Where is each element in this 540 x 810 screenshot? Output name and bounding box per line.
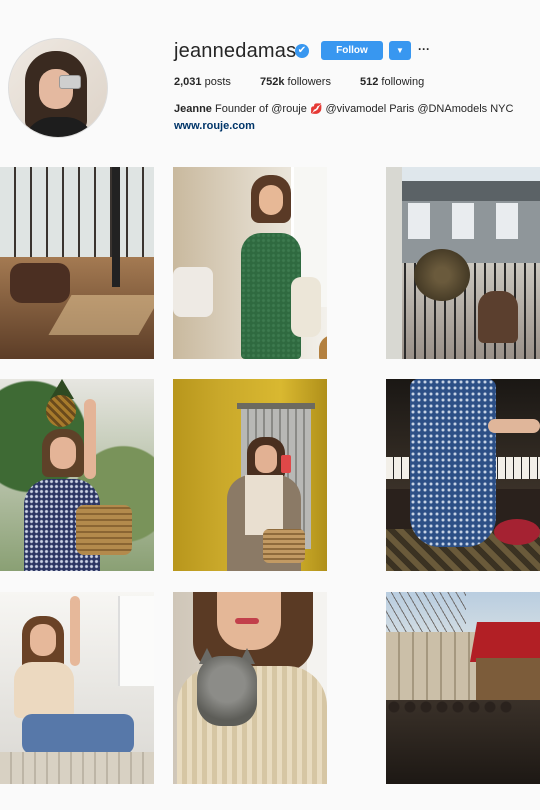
profile-bio: Jeanne Founder of @rouje 💋 @vivamodel Pa… [174, 103, 513, 115]
posts-grid [0, 167, 540, 810]
stat-following[interactable]: 512 following [360, 76, 424, 88]
post-tile-6[interactable] [386, 379, 540, 571]
verified-badge-icon: ✔ [295, 44, 309, 58]
stat-followers[interactable]: 752k followers [260, 76, 331, 88]
post-tile-1[interactable] [0, 167, 154, 359]
bio-full-name: Jeanne [174, 103, 212, 115]
bio-text-agencies: @vivamodel Paris @DNAmodels NYC [325, 103, 514, 115]
posts-count: 2,031 [174, 76, 202, 88]
bio-text-rouje: Founder of @rouje [214, 103, 307, 115]
camera-icon [59, 75, 81, 89]
post-tile-3[interactable] [386, 167, 540, 359]
followers-label: followers [287, 76, 331, 88]
posts-label: posts [204, 76, 231, 88]
chevron-down-icon: ▼ [396, 46, 404, 55]
post-tile-4[interactable] [0, 379, 154, 571]
post-tile-7[interactable] [0, 592, 154, 784]
post-tile-2[interactable] [173, 167, 327, 359]
post-tile-9[interactable] [386, 592, 540, 784]
bio-website-link[interactable]: www.rouje.com [174, 120, 255, 132]
stat-posts: 2,031 posts [174, 76, 231, 88]
more-options-icon[interactable]: ··· [418, 41, 430, 60]
following-label: following [381, 76, 425, 88]
profile-header: jeannedamas ✔ Follow ▼ ··· 2,031 posts 7… [0, 0, 540, 160]
profile-username: jeannedamas [174, 40, 297, 62]
follow-button[interactable]: Follow [321, 41, 383, 60]
post-tile-5[interactable] [173, 379, 327, 571]
profile-avatar[interactable] [8, 38, 108, 138]
suggestions-dropdown-button[interactable]: ▼ [389, 41, 411, 60]
lips-icon: 💋 [309, 104, 323, 115]
post-tile-8[interactable] [173, 592, 327, 784]
followers-count: 752k [260, 76, 285, 88]
following-count: 512 [360, 76, 379, 88]
